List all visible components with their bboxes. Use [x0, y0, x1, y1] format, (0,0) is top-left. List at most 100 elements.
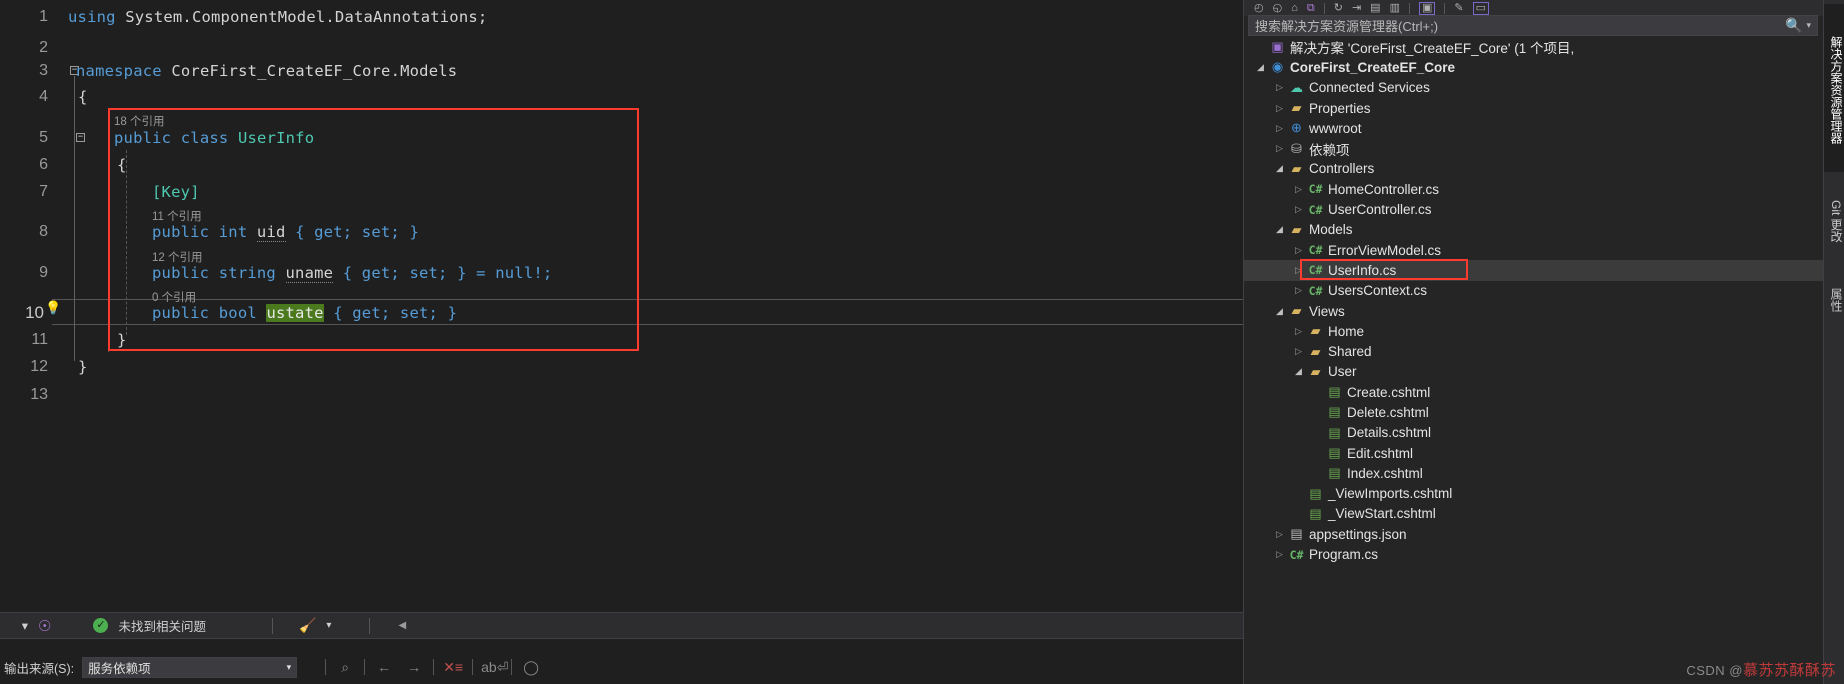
- tree-node-homecontroller.cs[interactable]: ▷ C# HomeController.cs: [1244, 179, 1824, 199]
- tree-node-shared[interactable]: ▷ ▰ Shared: [1244, 341, 1824, 361]
- vtab-solution-explorer[interactable]: 解决方案资源管理器: [1824, 4, 1844, 172]
- chevron-down-icon[interactable]: ◢: [1273, 224, 1286, 235]
- csharp-file-icon: C#: [1308, 263, 1323, 278]
- properties-window-icon[interactable]: ▥: [1390, 2, 1400, 14]
- codelens-class-references[interactable]: 18 个引用: [114, 113, 165, 129]
- outlining-margin[interactable]: − −: [52, 0, 85, 612]
- nav-forward-icon[interactable]: →: [403, 659, 425, 675]
- fold-toggle-class[interactable]: −: [76, 133, 85, 142]
- line-number: 1: [39, 8, 48, 25]
- tree-node-details.cshtml[interactable]: ▤ Details.cshtml: [1244, 423, 1824, 443]
- codelens-uname-references[interactable]: 12 个引用: [152, 249, 203, 265]
- right-dock-tabs[interactable]: 解决方案资源管理器 Git 更改 属性: [1823, 0, 1844, 684]
- chevron-right-icon[interactable]: ▷: [1273, 82, 1286, 93]
- solution-explorer-tree[interactable]: ▣ 解决方案 'CoreFirst_CreateEF_Core' (1 个项目, ◢…: [1244, 37, 1824, 684]
- code-surface[interactable]: 1 2 3 4 5 6 7 8 9 10 11 12 13 💡 − − usin…: [0, 0, 1243, 612]
- divider: [369, 617, 371, 634]
- chevron-right-icon[interactable]: ▷: [1273, 549, 1286, 560]
- tree-node-userscontext.cs[interactable]: ▷ C# UsersContext.cs: [1244, 281, 1824, 301]
- chevron-right-icon[interactable]: ▷: [1292, 285, 1305, 296]
- pending-changes-icon[interactable]: ⧉: [1307, 2, 1315, 14]
- vtab-properties[interactable]: 属性: [1824, 268, 1844, 328]
- chevron-right-icon[interactable]: ▷: [1292, 346, 1305, 357]
- code-editor[interactable]: 1 2 3 4 5 6 7 8 9 10 11 12 13 💡 − − usin…: [0, 0, 1243, 612]
- tree-node-program.cs[interactable]: ▷ C# Program.cs: [1244, 544, 1824, 564]
- tree-node-appsettings.json[interactable]: ▷ ▤ appsettings.json: [1244, 524, 1824, 544]
- error-status-text: 未找到相关问题: [118, 620, 206, 634]
- chevron-right-icon[interactable]: ▷: [1273, 123, 1286, 134]
- back-icon[interactable]: ◴: [1254, 2, 1264, 14]
- chevron-down-icon[interactable]: ◢: [1254, 62, 1267, 73]
- search-icon[interactable]: 🔍: [1785, 17, 1802, 34]
- tree-node-index.cshtml[interactable]: ▤ Index.cshtml: [1244, 463, 1824, 483]
- watermark: CSDN @慕苏苏酥酥苏: [1686, 659, 1836, 680]
- tree-node-models[interactable]: ◢ ▰ Models: [1244, 220, 1824, 240]
- chevron-right-icon[interactable]: ▷: [1292, 326, 1305, 337]
- collapse-icon[interactable]: ◀: [398, 620, 406, 631]
- solution-icon: ▣: [1271, 39, 1284, 55]
- chevron-right-icon[interactable]: ▷: [1292, 184, 1305, 195]
- tree-node-wwwroot[interactable]: ▷ ⊕ wwwroot: [1244, 118, 1824, 138]
- chevron-right-icon[interactable]: ▷: [1292, 204, 1305, 215]
- tree-node-corefirst_createef_core[interactable]: ◢ ◉ CoreFirst_CreateEF_Core: [1244, 57, 1824, 77]
- tree-node-userinfo.cs[interactable]: ▷ C# UserInfo.cs: [1244, 259, 1824, 281]
- folder-icon: ▰: [1310, 363, 1321, 379]
- tree-node-home[interactable]: ▷ ▰ Home: [1244, 321, 1824, 341]
- tree-node-views[interactable]: ◢ ▰ Views: [1244, 301, 1824, 321]
- project-icon: ◉: [1271, 59, 1284, 75]
- code-cleanup-icon[interactable]: 🧹: [299, 617, 316, 634]
- chevron-right-icon[interactable]: ▷: [1292, 265, 1305, 276]
- tree-node-label: Properties: [1309, 100, 1371, 116]
- code-close-brace: }: [117, 331, 127, 349]
- toggle-timestamp-icon[interactable]: ◯: [520, 659, 542, 676]
- chevron-right-icon[interactable]: ▷: [1273, 143, 1286, 154]
- codelens-ustate-references[interactable]: 0 个引用: [152, 289, 196, 305]
- tree-node-edit.cshtml[interactable]: ▤ Edit.cshtml: [1244, 443, 1824, 463]
- tree-node-properties[interactable]: ▷ ▰ Properties: [1244, 98, 1824, 118]
- tree-node-_viewstart.cshtml[interactable]: ▤ _ViewStart.cshtml: [1244, 504, 1824, 524]
- find-icon[interactable]: ⌕: [334, 659, 356, 676]
- chevron-down-icon[interactable]: ◢: [1292, 366, 1305, 377]
- razor-file-icon: ▤: [1309, 505, 1322, 521]
- collapse-all-icon[interactable]: ⇥: [1352, 2, 1361, 14]
- clear-all-icon[interactable]: ✕≡: [442, 659, 464, 676]
- view-icon[interactable]: ▭: [1472, 1, 1490, 15]
- line-number: 2: [39, 39, 48, 56]
- home-icon[interactable]: ⌂: [1291, 2, 1298, 14]
- chevron-down-icon[interactable]: ▾: [6, 618, 28, 633]
- forward-icon[interactable]: ◵: [1273, 2, 1283, 14]
- vtab-git-changes[interactable]: Git 更改: [1824, 178, 1844, 262]
- codelens-uid-references[interactable]: 11 个引用: [152, 208, 202, 224]
- tree-node--corefirst_createef_core-1-[interactable]: ▣ 解决方案 'CoreFirst_CreateEF_Core' (1 个项目,: [1244, 37, 1824, 57]
- razor-file-icon: ▤: [1328, 445, 1341, 461]
- tree-node-connected-services[interactable]: ▷ ☁ Connected Services: [1244, 78, 1824, 98]
- intellicode-icon[interactable]: ☉: [38, 617, 51, 635]
- chevron-down-icon[interactable]: ▾: [326, 620, 331, 631]
- tree-node--[interactable]: ▷ ⛁ 依赖项: [1244, 138, 1824, 158]
- tree-node-usercontroller.cs[interactable]: ▷ C# UserController.cs: [1244, 199, 1824, 219]
- refresh-icon[interactable]: ↻: [1334, 2, 1343, 14]
- tree-node-controllers[interactable]: ◢ ▰ Controllers: [1244, 159, 1824, 179]
- tree-node-errorviewmodel.cs[interactable]: ▷ C# ErrorViewModel.cs: [1244, 240, 1824, 260]
- preview-selected-icon[interactable]: ▣: [1418, 1, 1436, 15]
- word-wrap-icon[interactable]: ab⏎: [481, 659, 508, 676]
- chevron-down-icon[interactable]: ◢: [1273, 306, 1286, 317]
- chevron-right-icon[interactable]: ▷: [1273, 103, 1286, 114]
- solution-explorer-panel[interactable]: ◴ ◵ ⌂ ⧉ ↻ ⇥ ▤ ▥ ▣ ✎ ▭ 搜索解决方案资源管理器(Ctrl+;…: [1243, 0, 1824, 684]
- chevron-right-icon[interactable]: ▷: [1292, 245, 1305, 256]
- output-source-dropdown[interactable]: 服务依赖项 ▾: [82, 656, 298, 678]
- tree-node-_viewimports.cshtml[interactable]: ▤ _ViewImports.cshtml: [1244, 484, 1824, 504]
- tree-node-delete.cshtml[interactable]: ▤ Delete.cshtml: [1244, 402, 1824, 422]
- solution-explorer-toolbar[interactable]: ◴ ◵ ⌂ ⧉ ↻ ⇥ ▤ ▥ ▣ ✎ ▭: [1244, 0, 1824, 16]
- solution-explorer-search-box[interactable]: 搜索解决方案资源管理器(Ctrl+;) 🔍 ▾: [1248, 15, 1818, 36]
- show-all-files-icon[interactable]: ▤: [1370, 2, 1380, 14]
- edit-icon[interactable]: ✎: [1454, 2, 1463, 14]
- chevron-down-icon[interactable]: ▾: [1806, 20, 1811, 31]
- divider: [325, 659, 327, 675]
- nav-back-icon[interactable]: ←: [373, 659, 395, 675]
- line-number: 8: [39, 223, 48, 240]
- tree-node-user[interactable]: ◢ ▰ User: [1244, 362, 1824, 382]
- chevron-down-icon[interactable]: ◢: [1273, 163, 1286, 174]
- tree-node-create.cshtml[interactable]: ▤ Create.cshtml: [1244, 382, 1824, 402]
- chevron-right-icon[interactable]: ▷: [1273, 529, 1286, 540]
